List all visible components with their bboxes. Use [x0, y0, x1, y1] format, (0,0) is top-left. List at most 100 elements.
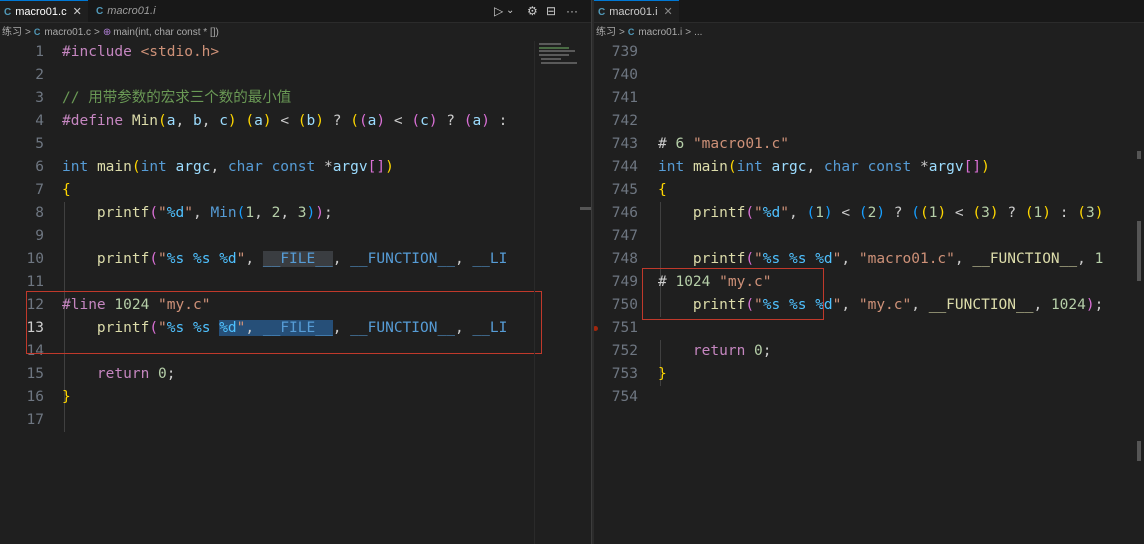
code-editor[interactable]: 1 #include <stdio.h> 2 3 // 用带参数的宏求三个数的最小值…	[0, 41, 591, 544]
run-icon[interactable]: ▷	[494, 0, 503, 22]
line-number: 8	[35, 205, 44, 221]
code-line: 741	[594, 87, 1144, 110]
minimap-line	[539, 54, 569, 56]
line-text: return 0;	[692, 343, 772, 359]
c-file-icon: C	[4, 7, 12, 18]
line-number: 741	[611, 90, 638, 106]
code-line: 5	[0, 133, 591, 156]
code-editor[interactable]: 739 740 741 742 743 # 6 "macro01.c" 744 in…	[594, 41, 1144, 544]
line-number: 1	[35, 44, 44, 60]
line-text: #define Min(a, b, c) (a) < (b) ? ((a) < …	[62, 113, 508, 129]
highlight-box	[642, 268, 824, 320]
code-line: 744 int main(int argc, char const *argv[]…	[594, 156, 1144, 179]
line-number: 745	[611, 182, 638, 198]
more-actions-icon[interactable]: ···	[566, 0, 578, 22]
line-text: int main(int argc, char const *argv[])	[62, 159, 394, 175]
c-file-icon: C	[627, 27, 635, 37]
line-number: 7	[35, 182, 44, 198]
close-icon[interactable]: ✕	[73, 6, 82, 18]
tab-macro01-i[interactable]: Cmacro01.i	[92, 0, 162, 22]
code-line: 16}	[0, 386, 591, 409]
tab-label: macro01.c	[15, 6, 67, 18]
breadcrumb-more[interactable]: ...	[694, 27, 702, 38]
left-editor-group: Cmacro01.c ✕ Cmacro01.i ▷ ⌄ ⚙ ⊟ ··· 练习 > Cm…	[0, 0, 591, 544]
code-line: 17	[0, 409, 591, 432]
close-icon[interactable]: ✕	[664, 6, 673, 18]
c-file-icon: C	[598, 7, 606, 18]
minimap-line	[539, 47, 569, 49]
line-text: }	[62, 389, 71, 405]
line-number: 753	[611, 366, 638, 382]
scrollbar-marker	[1137, 441, 1141, 461]
line-number: 751	[611, 320, 638, 336]
code-line: 10 printf("%s %s %d", __FILE__, __FUNCTI…	[0, 248, 591, 271]
code-line: 739	[594, 41, 1144, 64]
minimap-line	[539, 43, 561, 45]
code-line: 7{	[0, 179, 591, 202]
code-line: 15 return 0;	[0, 363, 591, 386]
breadcrumb-symbol[interactable]: main(int, char const * [])	[113, 27, 219, 38]
line-number: 748	[611, 251, 638, 267]
code-line: 1 #include <stdio.h>	[0, 41, 591, 64]
code-line: 753}	[594, 363, 1144, 386]
breadcrumb-file[interactable]: macro01.c	[44, 27, 91, 38]
line-number: 10	[26, 251, 44, 267]
line-number: 17	[26, 412, 44, 428]
line-number: 3	[35, 90, 44, 106]
right-tab-bar: Cmacro01.i ✕	[594, 0, 1144, 23]
function-symbol-icon: ⊕	[102, 27, 112, 38]
left-tab-bar: Cmacro01.c ✕ Cmacro01.i ▷ ⌄ ⚙ ⊟ ···	[0, 0, 591, 23]
breadcrumb-file[interactable]: macro01.i	[638, 27, 682, 38]
code-line: 751	[594, 317, 1144, 340]
code-line: 3 // 用带参数的宏求三个数的最小值	[0, 87, 591, 110]
breadcrumb-folder[interactable]: 练习	[596, 27, 616, 38]
tab-macro01-i[interactable]: Cmacro01.i ✕	[594, 0, 679, 22]
line-number: 752	[611, 343, 638, 359]
line-text: // 用带参数的宏求三个数的最小值	[62, 90, 292, 106]
line-text: printf("%s %s %d", __FILE__, __FUNCTION_…	[96, 251, 508, 267]
code-line: 9	[0, 225, 591, 248]
line-number: 4	[35, 113, 44, 129]
chevron-right-icon: >	[619, 27, 625, 38]
line-number: 740	[611, 67, 638, 83]
breadcrumb: 练习 > Cmacro01.i >...	[594, 23, 1144, 41]
split-editor-icon[interactable]: ⊟	[546, 0, 556, 22]
code-line: 754	[594, 386, 1144, 409]
code-line: 747	[594, 225, 1144, 248]
code-line: 745 {	[594, 179, 1144, 202]
line-number: 16	[26, 389, 44, 405]
minimap[interactable]	[534, 41, 581, 544]
line-number: 5	[35, 136, 44, 152]
code-line: 740	[594, 64, 1144, 87]
scrollbar-thumb[interactable]	[580, 207, 591, 210]
line-number: 747	[611, 228, 638, 244]
line-number: 6	[35, 159, 44, 175]
right-editor-group: Cmacro01.i ✕ 练习 > Cmacro01.i >... 739 740 74…	[594, 0, 1144, 544]
scrollbar[interactable]	[580, 41, 591, 544]
line-text: # 6 "macro01.c"	[658, 136, 789, 152]
line-number: 9	[35, 228, 44, 244]
line-number: 742	[611, 113, 638, 129]
minimap-line	[541, 62, 577, 64]
chevron-down-icon[interactable]: ⌄	[506, 0, 514, 22]
code-line: 4 #define Min(a, b, c) (a) < (b) ? ((a) <…	[0, 110, 591, 133]
scrollbar-thumb[interactable]	[1137, 221, 1141, 281]
code-line: 6 int main(int argc, char const *argv[])	[0, 156, 591, 179]
line-number: 754	[611, 389, 638, 405]
line-text: return 0;	[96, 366, 176, 382]
line-number: 15	[26, 366, 44, 382]
scrollbar[interactable]	[1134, 41, 1144, 544]
breadcrumb-folder[interactable]: 练习	[2, 27, 22, 38]
code-line: 742	[594, 110, 1144, 133]
gear-icon[interactable]: ⚙	[527, 0, 538, 22]
tab-label: macro01.i	[609, 6, 658, 18]
minimap-line	[539, 50, 575, 52]
chevron-right-icon: >	[685, 27, 692, 38]
line-number: 739	[611, 44, 638, 60]
code-line: 2	[0, 64, 591, 87]
line-text: {	[62, 182, 71, 198]
code-line: 752 return 0;	[594, 340, 1144, 363]
c-file-icon: C	[33, 27, 41, 37]
line-text: printf("%d", Min(1, 2, 3));	[96, 205, 333, 221]
tab-macro01-c[interactable]: Cmacro01.c ✕	[0, 0, 88, 22]
